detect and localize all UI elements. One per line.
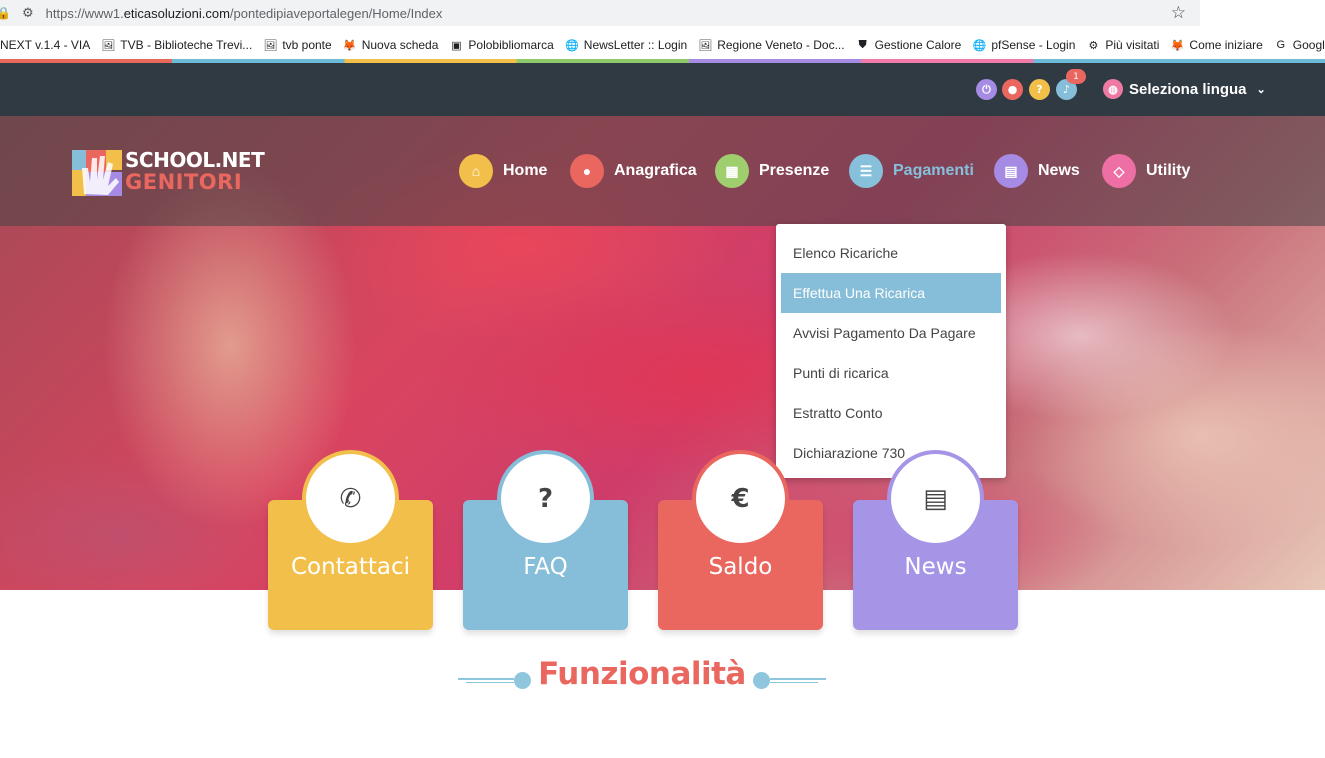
bookmark-favicon-icon: 🌐 bbox=[564, 39, 579, 52]
nav-item-pagamenti[interactable]: ☰ Pagamenti bbox=[849, 154, 974, 188]
power-icon[interactable]: ⏻ bbox=[976, 79, 997, 100]
bookmark-label: Regione Veneto - Doc... bbox=[717, 38, 845, 52]
bookmark-label: NEXT v.1.4 - VIA bbox=[0, 38, 91, 52]
bookmark-favicon-icon: 🖼 bbox=[101, 39, 116, 52]
bookmark-item[interactable]: NEXT v.1.4 - VIA bbox=[0, 38, 90, 52]
card-label: News bbox=[904, 554, 967, 580]
card-news[interactable]: ▤ News bbox=[853, 450, 1018, 630]
bookmark-label: TVB - Biblioteche Trevi... bbox=[120, 38, 253, 52]
nav-item-home[interactable]: ⌂ Home bbox=[459, 154, 547, 188]
top-bar: ⏻ ● ? ♪ 1 ◍ Seleziona lingua ⌄ bbox=[0, 63, 1325, 116]
section-heading: Funzionalità bbox=[458, 656, 826, 700]
bookmark-favicon-icon: ▣ bbox=[451, 39, 462, 52]
bookmark-favicon-icon: 🖼 bbox=[263, 39, 278, 52]
bookmark-label: tvb ponte bbox=[282, 38, 332, 52]
hands-logo-icon bbox=[72, 150, 122, 196]
dropdown-item[interactable]: Effettua Una Ricarica bbox=[781, 273, 1001, 313]
nav-label: Pagamenti bbox=[893, 162, 974, 179]
bookmark-star-icon[interactable]: ☆ bbox=[1171, 3, 1186, 23]
user-icon[interactable]: ● bbox=[1002, 79, 1023, 100]
browser-url-bar[interactable]: 🔒 ⚙ https://www1.eticasoluzioni.com/pont… bbox=[0, 0, 1200, 26]
nav-label: News bbox=[1038, 162, 1080, 179]
logo-text-line2: GENITORI bbox=[125, 170, 243, 194]
site-settings-icon[interactable]: ⚙ bbox=[22, 6, 34, 21]
calendar-icon: ▦ bbox=[715, 154, 749, 188]
euro-icon: € bbox=[696, 454, 785, 543]
newspaper-icon: ▤ bbox=[994, 154, 1028, 188]
bookmark-item[interactable]: ▣ Polobibliomarca bbox=[449, 38, 554, 52]
nav-item-utility[interactable]: ◇ Utility bbox=[1102, 154, 1190, 188]
bookmark-label: pfSense - Login bbox=[991, 38, 1076, 52]
language-label: Seleziona lingua bbox=[1129, 80, 1247, 98]
bookmark-favicon-icon: 🦊 bbox=[1170, 39, 1185, 52]
card-label: Saldo bbox=[708, 554, 773, 580]
bookmark-item[interactable]: 🦊 Nuova scheda bbox=[343, 38, 439, 52]
bookmark-label: NewsLetter :: Login bbox=[583, 38, 688, 52]
nav-item-anagrafica[interactable]: ● Anagrafica bbox=[570, 154, 697, 188]
dropdown-item[interactable]: Elenco Ricariche bbox=[781, 233, 1001, 273]
nav-label: Anagrafica bbox=[614, 162, 697, 179]
card-label: Contattaci bbox=[291, 554, 410, 580]
card-label: FAQ bbox=[523, 554, 568, 580]
help-icon[interactable]: ? bbox=[1029, 79, 1050, 100]
bookmark-item[interactable]: 🌐 pfSense - Login bbox=[972, 38, 1075, 52]
school-net-logo[interactable]: SCHOOL.NET GENITORI bbox=[72, 146, 265, 200]
bookmark-favicon-icon: 🌐 bbox=[972, 39, 987, 52]
bookmark-favicon-icon: G bbox=[1276, 39, 1286, 51]
dropdown-item[interactable]: Estratto Conto bbox=[781, 393, 1001, 433]
user-icon: ● bbox=[570, 154, 604, 188]
newspaper-icon: ▤ bbox=[891, 454, 980, 543]
url-text[interactable]: https://www1.eticasoluzioni.com/pontedip… bbox=[46, 6, 443, 21]
bookmark-item[interactable]: ⛊ Gestione Calore bbox=[856, 38, 962, 52]
card-contattaci[interactable]: ✆ Contattaci bbox=[268, 450, 433, 630]
home-icon: ⌂ bbox=[459, 154, 493, 188]
notification-badge: 1 bbox=[1066, 69, 1086, 84]
bookmark-label: Polobibliomarca bbox=[468, 38, 554, 52]
utility-icon: ◇ bbox=[1102, 154, 1136, 188]
nav-label: Utility bbox=[1146, 162, 1191, 179]
bookmark-item[interactable]: ⚙ Più visitati bbox=[1086, 38, 1159, 52]
nav-item-presenze[interactable]: ▦ Presenze bbox=[715, 154, 829, 188]
bookmark-item[interactable]: 🌐 NewsLetter :: Login bbox=[565, 38, 687, 52]
bookmark-item[interactable]: 🦊 Come iniziare bbox=[1170, 38, 1263, 52]
list-icon: ☰ bbox=[849, 154, 883, 188]
bookmark-favicon-icon: 🦊 bbox=[342, 39, 357, 52]
nav-label: Presenze bbox=[759, 162, 830, 179]
dropdown-item[interactable]: Punti di ricarica bbox=[781, 353, 1001, 393]
section-title: Funzionalità bbox=[538, 656, 746, 692]
phone-icon: ✆ bbox=[306, 454, 395, 543]
card-faq[interactable]: ? FAQ bbox=[463, 450, 628, 630]
logo-text-line1: SCHOOL.NET bbox=[125, 148, 265, 172]
globe-icon: ◍ bbox=[1103, 79, 1123, 99]
bookmark-label: Nuova scheda bbox=[361, 38, 439, 52]
bookmark-label: Come iniziare bbox=[1189, 38, 1263, 52]
bookmark-label: Più visitati bbox=[1105, 38, 1160, 52]
bookmark-favicon-icon: ⚙ bbox=[1088, 39, 1099, 52]
nav-label: Home bbox=[503, 162, 548, 179]
dropdown-item[interactable]: Avvisi Pagamento Da Pagare bbox=[781, 313, 1001, 353]
bookmarks-bar: NEXT v.1.4 - VIA 🖼 TVB - Biblioteche Trevi… bbox=[0, 32, 1325, 58]
nav-item-news[interactable]: ▤ News bbox=[994, 154, 1080, 188]
question-icon: ? bbox=[501, 454, 590, 543]
bookmark-item[interactable]: 🖼 TVB - Biblioteche Trevi... bbox=[101, 38, 252, 52]
bookmark-label: Gestione Calore bbox=[874, 38, 962, 52]
bookmark-item[interactable]: 🖼 tvb ponte bbox=[263, 38, 331, 52]
bookmark-favicon-icon: 🖼 bbox=[698, 39, 713, 52]
bookmark-label: Google bbox=[1292, 38, 1325, 52]
bookmark-favicon-icon: ⛊ bbox=[858, 38, 867, 51]
bookmark-item[interactable]: 🖼 Regione Veneto - Doc... bbox=[698, 38, 844, 52]
pagamenti-dropdown-menu: Elenco Ricariche Effettua Una Ricarica Avv… bbox=[776, 224, 1006, 478]
chevron-down-icon: ⌄ bbox=[1256, 83, 1266, 96]
language-selector[interactable]: ◍ Seleziona lingua ⌄ bbox=[1103, 79, 1266, 99]
lock-icon: 🔒 bbox=[0, 6, 11, 20]
bookmark-item[interactable]: G Google bbox=[1274, 38, 1325, 52]
card-saldo[interactable]: € Saldo bbox=[658, 450, 823, 630]
